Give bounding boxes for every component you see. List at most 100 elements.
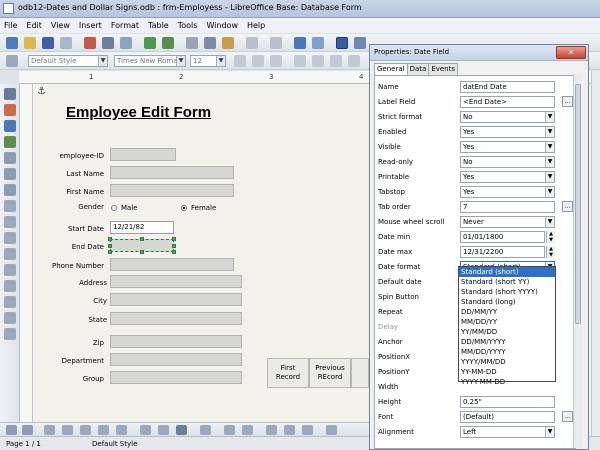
styles-icon[interactable] [6,55,18,67]
open-design-icon[interactable] [158,425,169,435]
design-mode-icon[interactable] [4,104,16,116]
tab-order-browse-button[interactable]: ... [562,201,573,212]
tabstop-select[interactable]: Yes ▼ [460,186,555,198]
cut-icon[interactable] [186,37,198,49]
paste-icon[interactable] [222,37,234,49]
navigator-icon[interactable] [354,37,366,49]
group-box-icon[interactable] [4,312,16,324]
close-icon[interactable]: ✕ [556,46,586,59]
align-icon[interactable] [200,425,211,435]
align-right-icon[interactable] [330,55,342,67]
chevron-down-icon[interactable]: ▼ [545,172,554,182]
date-format-option[interactable]: Standard (short) [459,267,555,277]
list-box-icon[interactable] [4,264,16,276]
menu-help[interactable]: Help [247,21,265,30]
document-vertical-scrollbar[interactable] [591,71,600,436]
gender-female-radio[interactable] [181,205,187,211]
menu-file[interactable]: File [4,21,17,30]
scrollbar-thumb[interactable] [575,84,581,324]
chevron-down-icon[interactable]: ▼ [545,427,554,437]
checkbox-icon[interactable] [4,216,16,228]
phone-field[interactable] [110,258,234,271]
mouse-wheel-select[interactable]: Never ▼ [460,216,555,228]
next-record-button[interactable] [351,358,369,388]
gender-male-radio[interactable] [111,205,117,211]
anchor-icon[interactable] [176,425,187,435]
tab-general[interactable]: General [374,63,408,75]
strict-format-select[interactable]: No ▼ [460,111,555,123]
chevron-down-icon[interactable]: ▼ [98,56,107,66]
selection-handle[interactable] [108,237,112,241]
design-mode-icon[interactable] [336,37,348,49]
font-size-combo[interactable]: 12 ▼ [190,55,226,67]
group-icon[interactable] [266,425,277,435]
chevron-down-icon[interactable]: ▼ [216,56,225,66]
city-field[interactable] [110,293,242,306]
group-field[interactable] [110,371,242,384]
save-icon[interactable] [42,37,54,49]
table-icon[interactable] [312,37,324,49]
print-icon[interactable] [102,37,114,49]
open-icon[interactable] [24,37,36,49]
select-icon[interactable] [4,88,16,100]
activation-order-icon[interactable] [98,425,109,435]
start-date-field[interactable]: 12/21/82 [110,221,174,234]
edit-file-icon[interactable] [60,37,72,49]
bold-icon[interactable] [234,55,246,67]
selection-handle[interactable] [108,250,112,254]
department-field[interactable] [110,353,242,366]
date-format-option[interactable]: YY/MM/DD [459,327,555,337]
date-format-option[interactable]: YYYY-MM-DD [459,377,555,387]
italic-icon[interactable] [252,55,264,67]
redo-icon[interactable] [270,37,282,49]
properties-scrollbar[interactable] [573,74,582,448]
navigator-icon[interactable] [80,425,91,435]
form-icon[interactable] [62,425,73,435]
tab-events[interactable]: Events [428,63,459,75]
date-min-spinner[interactable]: ▲ ▼ [546,231,555,243]
push-button-icon[interactable] [4,200,16,212]
chevron-down-icon[interactable]: ▼ [176,56,185,66]
control-icon[interactable] [44,425,55,435]
date-format-option[interactable]: Standard (long) [459,297,555,307]
first-record-button[interactable]: First Record [267,358,309,388]
tab-order-icon[interactable] [140,425,151,435]
name-input[interactable]: datEnd Date [460,81,555,93]
tab-data[interactable]: Data [406,63,430,75]
add-field-icon[interactable] [116,425,127,435]
selection-handle[interactable] [172,237,176,241]
send-back-icon[interactable] [242,425,253,435]
first-name-field[interactable] [110,184,234,197]
last-name-field[interactable] [110,166,234,179]
form-properties-icon[interactable] [4,152,16,164]
chevron-down-icon[interactable]: ▼ [545,127,554,137]
paragraph-style-combo[interactable]: Default Style ▼ [28,55,108,67]
spelling-icon[interactable] [144,37,156,49]
address-field[interactable] [110,275,242,288]
bring-front-icon[interactable] [224,425,235,435]
ungroup-icon[interactable] [284,425,295,435]
menu-format[interactable]: Format [111,21,139,30]
page-preview-icon[interactable] [120,37,132,49]
font-browse-button[interactable]: ... [562,411,573,422]
date-max-spinner[interactable]: ▲ ▼ [546,246,555,258]
chevron-down-icon[interactable]: ▼ [545,142,554,152]
date-max-input[interactable]: 12/31/2200 [460,246,545,258]
label-field-input[interactable]: <End Date> [460,96,555,108]
read-only-select[interactable]: No ▼ [460,156,555,168]
height-input[interactable]: 0.25" [460,396,555,408]
menu-window[interactable]: Window [206,21,238,30]
date-format-option[interactable]: MM/DD/YY [459,317,555,327]
copy-icon[interactable] [204,37,216,49]
text-box-icon[interactable] [4,232,16,244]
form-navigator-icon[interactable] [4,168,16,180]
tab-order-input[interactable]: 7 [460,201,555,213]
previous-record-button[interactable]: Previous REcord [309,358,351,388]
date-format-option[interactable]: YY-MM-DD [459,367,555,377]
state-field[interactable] [110,312,242,325]
printable-select[interactable]: Yes ▼ [460,171,555,183]
font-input[interactable]: (Default) [460,411,555,423]
selection-handle[interactable] [172,244,176,248]
chevron-down-icon[interactable]: ▼ [545,112,554,122]
control-wizards-icon[interactable] [4,120,16,132]
